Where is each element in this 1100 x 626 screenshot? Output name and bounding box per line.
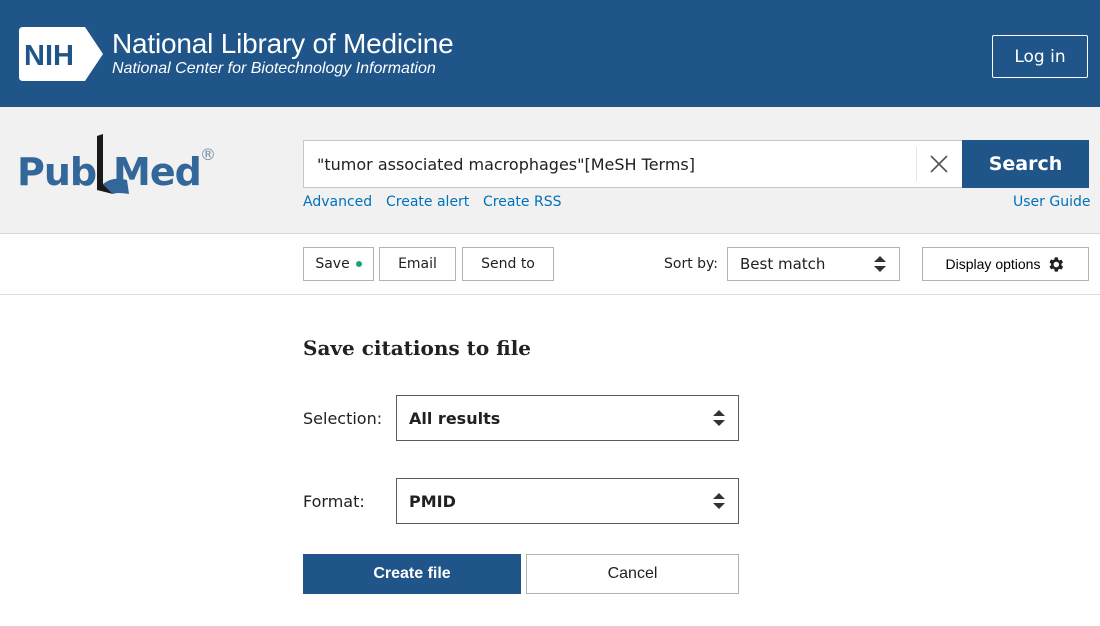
nih-logo[interactable]: NIH (19, 27, 103, 81)
search-input[interactable] (304, 141, 916, 187)
svg-text:Med: Med (113, 150, 201, 194)
up-down-arrows-icon (713, 493, 725, 509)
email-button[interactable]: Email (379, 247, 456, 281)
search-section: Pub Med ® Search Advanced Create alert C… (0, 107, 1100, 234)
pubmed-logo[interactable]: Pub Med ® (17, 132, 222, 204)
selection-value: All results (409, 408, 501, 428)
up-down-arrows-icon (713, 410, 725, 426)
sort-select-value: Best match (740, 255, 826, 273)
sort-select[interactable]: Best match (727, 247, 900, 281)
save-status-dot (355, 261, 362, 267)
sort-by-label: Sort by: (664, 256, 719, 272)
save-button[interactable]: Save (303, 247, 374, 281)
gear-icon (1049, 256, 1064, 272)
format-select[interactable]: PMID (396, 478, 739, 524)
display-options-label: Display options (945, 256, 1041, 272)
format-label: Format: (303, 492, 365, 511)
nih-logo-text: NIH (24, 40, 74, 72)
format-value: PMID (409, 491, 456, 511)
clear-search-button[interactable] (916, 147, 961, 181)
nih-header: NIH National Library of Medicine Nationa… (0, 0, 1100, 107)
create-rss-link[interactable]: Create RSS (483, 194, 561, 210)
create-alert-link[interactable]: Create alert (386, 194, 469, 210)
display-options-button[interactable]: Display options (922, 247, 1089, 281)
search-button[interactable]: Search (962, 140, 1089, 188)
nlm-title: National Library of Medicine (112, 28, 454, 59)
up-down-arrows-icon (874, 256, 886, 272)
search-box (303, 140, 963, 188)
save-button-label: Save (315, 256, 350, 272)
close-icon (930, 155, 948, 173)
login-button[interactable]: Log in (992, 35, 1088, 78)
user-guide-link[interactable]: User Guide (1013, 194, 1090, 210)
ncbi-subtitle: National Center for Biotechnology Inform… (112, 60, 436, 77)
save-citations-title: Save citations to file (303, 336, 532, 360)
advanced-link[interactable]: Advanced (303, 194, 372, 210)
registered-mark: ® (200, 145, 216, 164)
cancel-button[interactable]: Cancel (526, 554, 739, 594)
svg-text:Pub: Pub (17, 150, 96, 194)
send-to-button[interactable]: Send to (462, 247, 554, 281)
create-file-button[interactable]: Create file (303, 554, 521, 594)
selection-label: Selection: (303, 409, 383, 428)
results-toolbar: Save Email Send to Sort by: Best match D… (0, 234, 1100, 295)
selection-select[interactable]: All results (396, 395, 739, 441)
